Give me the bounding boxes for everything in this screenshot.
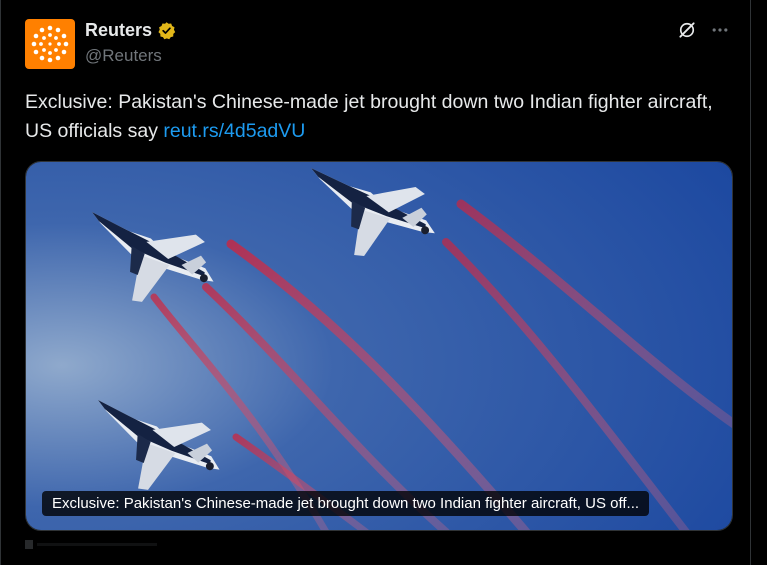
author-name-row[interactable]: Reuters — [85, 20, 176, 41]
author-name[interactable]: Reuters — [85, 20, 152, 41]
reuters-logo-icon — [31, 25, 69, 63]
avatar[interactable] — [25, 19, 75, 69]
author-handle[interactable]: @Reuters — [85, 46, 162, 66]
faded-footer — [25, 540, 157, 549]
grok-icon[interactable] — [677, 20, 697, 40]
tweet[interactable]: Reuters @Reuters Exclusive: Pakistan's C… — [0, 0, 751, 565]
tweet-text-body: Exclusive: Pakistan's Chinese-made jet b… — [25, 91, 713, 142]
verified-badge-icon — [158, 22, 176, 40]
card-caption: Exclusive: Pakistan's Chinese-made jet b… — [42, 491, 650, 516]
tweet-text: Exclusive: Pakistan's Chinese-made jet b… — [25, 88, 730, 146]
more-options-icon[interactable] — [710, 20, 730, 40]
card-image — [26, 162, 732, 530]
link-card[interactable]: Exclusive: Pakistan's Chinese-made jet b… — [25, 161, 733, 531]
tweet-link[interactable]: reut.rs/4d5adVU — [163, 120, 305, 142]
